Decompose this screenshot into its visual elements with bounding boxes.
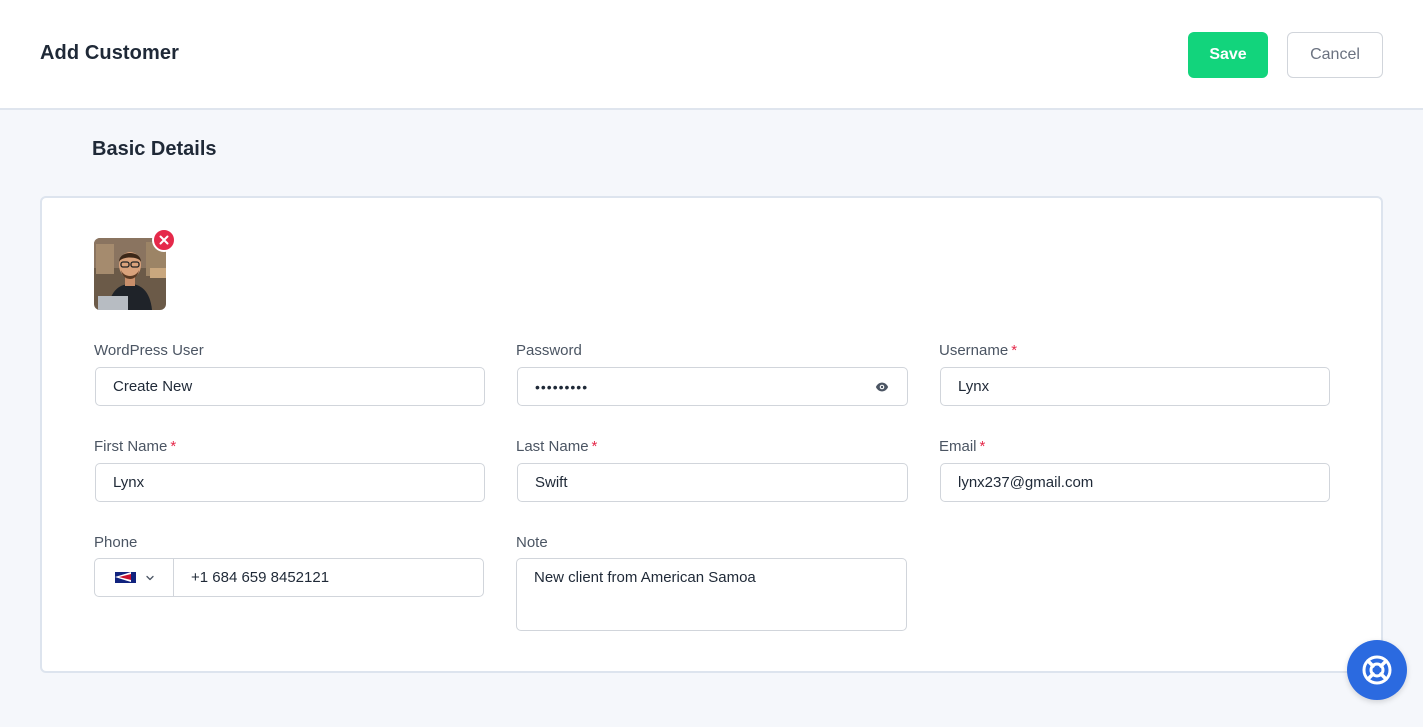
required-marker: * bbox=[1011, 342, 1018, 359]
first-name-input[interactable]: Lynx bbox=[95, 463, 485, 502]
phone-field: +1 684 659 8452121 bbox=[94, 558, 484, 597]
eye-icon[interactable] bbox=[875, 380, 889, 394]
last-name-input[interactable]: Swift bbox=[517, 463, 908, 502]
wordpress-user-label-text: WordPress User bbox=[94, 342, 204, 359]
email-label: Email * bbox=[939, 438, 985, 455]
email-label-text: Email bbox=[939, 438, 977, 455]
wordpress-user-value: Create New bbox=[113, 378, 193, 395]
cancel-button[interactable]: Cancel bbox=[1287, 32, 1383, 78]
last-name-label: Last Name * bbox=[516, 438, 597, 455]
password-value: ••••••••• bbox=[535, 378, 589, 395]
note-label: Note bbox=[516, 534, 548, 551]
chevron-down-icon bbox=[146, 575, 154, 580]
password-label-text: Password bbox=[516, 342, 582, 359]
required-marker: * bbox=[591, 438, 598, 455]
help-button[interactable] bbox=[1347, 640, 1407, 700]
wordpress-user-label: WordPress User bbox=[94, 342, 204, 359]
username-value: Lynx bbox=[958, 378, 990, 395]
email-value: lynx237@gmail.com bbox=[958, 474, 1094, 491]
page-title: Add Customer bbox=[40, 42, 179, 64]
first-name-value: Lynx bbox=[113, 474, 145, 491]
phone-label-text: Phone bbox=[94, 534, 138, 551]
american-samoa-flag-icon bbox=[115, 572, 136, 583]
username-input[interactable]: Lynx bbox=[940, 367, 1330, 406]
username-label-text: Username bbox=[939, 342, 1009, 359]
top-bar: Add Customer Save Cancel bbox=[0, 0, 1423, 110]
username-label: Username * bbox=[939, 342, 1017, 359]
save-button[interactable]: Save bbox=[1188, 32, 1268, 78]
required-marker: * bbox=[979, 438, 986, 455]
country-code-select[interactable] bbox=[95, 559, 174, 596]
phone-input[interactable]: +1 684 659 8452121 bbox=[191, 559, 329, 596]
note-value: New client from American Samoa bbox=[534, 569, 756, 586]
password-label: Password bbox=[516, 342, 582, 359]
password-input[interactable]: ••••••••• bbox=[517, 367, 908, 406]
first-name-label: First Name * bbox=[94, 438, 176, 455]
email-input[interactable]: lynx237@gmail.com bbox=[940, 463, 1330, 502]
first-name-label-text: First Name bbox=[94, 438, 168, 455]
last-name-value: Swift bbox=[535, 474, 568, 491]
lifebuoy-icon bbox=[1362, 655, 1392, 685]
note-textarea[interactable]: New client from American Samoa bbox=[516, 558, 907, 631]
wordpress-user-select[interactable]: Create New bbox=[95, 367, 485, 406]
note-label-text: Note bbox=[516, 534, 548, 551]
close-icon[interactable] bbox=[152, 228, 176, 252]
phone-label: Phone bbox=[94, 534, 137, 551]
required-marker: * bbox=[170, 438, 177, 455]
section-title: Basic Details bbox=[92, 138, 217, 160]
last-name-label-text: Last Name bbox=[516, 438, 589, 455]
phone-value: +1 684 659 8452121 bbox=[191, 569, 330, 586]
